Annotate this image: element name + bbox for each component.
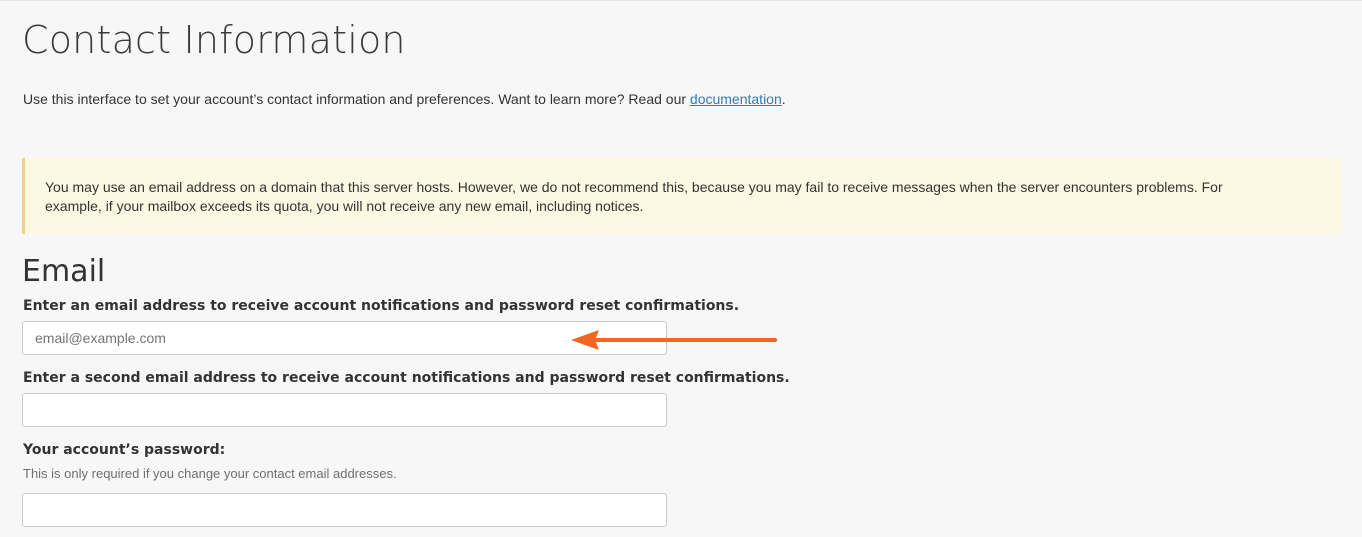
secondary-email-input[interactable] (22, 393, 667, 427)
secondary-email-label: Enter a second email address to receive … (23, 370, 790, 386)
intro-text-body: Use this interface to set your account’s… (23, 91, 690, 107)
page-title: Contact Information (22, 18, 406, 62)
warning-callout: You may use an email address on a domain… (22, 158, 1341, 234)
intro-text-end: . (781, 91, 786, 107)
annotation-arrow-icon (571, 330, 777, 350)
password-input[interactable] (22, 493, 667, 527)
email-section-heading: Email (22, 254, 106, 289)
intro-text: Use this interface to set your account’s… (23, 91, 786, 107)
password-label: Your account’s password: (23, 442, 226, 458)
documentation-link[interactable]: documentation (690, 91, 782, 107)
warning-callout-text: You may use an email address on a domain… (45, 179, 1223, 214)
top-divider (0, 0, 1362, 1)
password-help-text: This is only required if you change your… (23, 466, 397, 481)
primary-email-label: Enter an email address to receive accoun… (23, 298, 740, 314)
